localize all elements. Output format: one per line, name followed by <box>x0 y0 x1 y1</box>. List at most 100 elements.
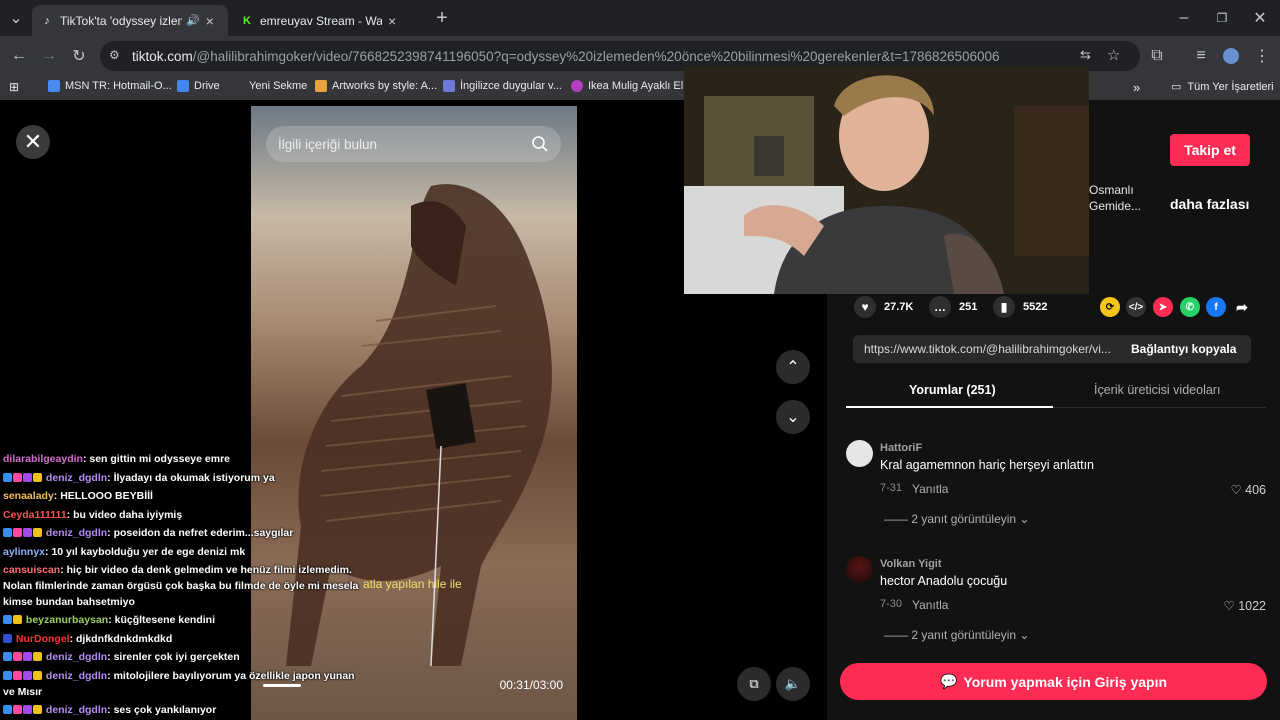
new-tab-button[interactable]: + <box>430 6 454 30</box>
tab-search-icon[interactable]: ⌄ <box>4 6 28 30</box>
chat-text: : djkdnfkdnkdmkdkd <box>69 632 173 645</box>
facebook-icon[interactable]: f <box>1206 297 1226 317</box>
view-replies-button[interactable]: —— 2 yanıt görüntüleyin ⌄ <box>884 628 1029 642</box>
chat-username[interactable]: cansuiscan <box>3 564 60 576</box>
comment-user[interactable]: HattoriF <box>880 442 922 454</box>
bookmark-label: İngilizce duygular v... <box>460 80 562 92</box>
volume-button[interactable]: 🔈 <box>776 667 810 701</box>
avatar[interactable] <box>846 556 873 583</box>
translate-icon[interactable]: ⇆ <box>1080 47 1091 63</box>
desc-line: Gemide... <box>1089 199 1142 213</box>
reply-button[interactable]: Yanıtla <box>912 598 948 612</box>
close-window-icon[interactable]: ✕ <box>1248 6 1272 30</box>
login-to-comment-button[interactable]: 💬 Yorum yapmak için Giriş yapın <box>840 663 1267 700</box>
chat-username[interactable]: dilarabilgeaydin <box>3 453 83 465</box>
comment-date: 7-30 <box>880 598 903 610</box>
all-bookmarks[interactable]: ▭ Tüm Yer İşaretleri <box>1171 80 1274 94</box>
bookmark-new-tab[interactable]: Yeni Sekme <box>232 80 307 92</box>
menu-icon[interactable]: ⋮ <box>1250 44 1274 68</box>
tab-tiktok[interactable]: ♪ TikTok'ta 'odyssey izlemeden 🔊 × <box>32 5 228 36</box>
like-stat[interactable]: ♥ 27.7K <box>854 296 913 318</box>
save-stat[interactable]: ▮ 5522 <box>993 296 1047 318</box>
avatar[interactable] <box>846 440 873 467</box>
comment-user[interactable]: Volkan Yigit <box>880 558 942 570</box>
chat-text: : sen gittin mi odysseye emre <box>82 453 231 465</box>
close-tab-icon[interactable]: × <box>206 13 214 29</box>
tab-creator-videos[interactable]: İçerik üreticisi videoları <box>1094 383 1220 397</box>
speaker-icon: 🔊 <box>186 15 200 27</box>
webcam-image <box>684 66 1089 294</box>
follow-button[interactable]: Takip et <box>1170 134 1250 166</box>
chat-badge-icon <box>23 670 32 680</box>
chat-badge-icon <box>13 528 22 537</box>
chat-badge-icon <box>23 528 32 537</box>
streamer-webcam <box>684 66 1089 294</box>
chat-username[interactable]: Ceyda111111 <box>3 509 67 521</box>
extensions-icon[interactable]: ⧉ <box>1145 44 1169 68</box>
chat-username[interactable]: deniz_dgdln <box>46 670 107 682</box>
chat-badge-icon <box>13 652 22 661</box>
chat-badge-icon <box>23 652 32 661</box>
pip-button[interactable]: ⧉ <box>737 667 771 701</box>
next-video-button[interactable]: ⌄ <box>776 400 810 434</box>
comment-date: 7-31 <box>880 482 903 494</box>
comment-like[interactable]: ♡ 1022 <box>1224 598 1267 613</box>
view-replies-button[interactable]: —— 2 yanıt görüntüleyin ⌄ <box>884 512 1029 526</box>
embed-icon[interactable]: </> <box>1126 297 1146 317</box>
comment-item: Volkan Yigit hector Anadolu çocuğu 7-30 … <box>846 556 1266 646</box>
related-search-input[interactable]: İlgili içeriği bulun <box>266 126 561 162</box>
comment-like[interactable]: ♡ 406 <box>1230 482 1266 497</box>
chevron-up-icon: ⌃ <box>786 359 800 376</box>
chat-username[interactable]: deniz_dgdln <box>46 472 107 484</box>
chat-username[interactable]: deniz_dgdln <box>46 704 107 716</box>
chat-username[interactable]: aylinnyx <box>3 546 45 558</box>
comment-stat[interactable]: … 251 <box>929 296 977 318</box>
copy-link-button[interactable]: Bağlantıyı kopyala <box>1121 342 1236 356</box>
bookmark-star-icon[interactable]: ☆ <box>1107 46 1120 64</box>
share-icon[interactable]: ➦ <box>1232 297 1252 317</box>
chat-badge-icon <box>13 472 22 482</box>
chat-message: NurDongel: djkdnfkdnkdmkdkd <box>3 630 363 649</box>
profile-avatar[interactable] <box>1219 44 1243 68</box>
bookmark-ingilizce[interactable]: İngilizce duygular v... <box>443 80 562 92</box>
chat-text: : İlyadayı da okumak istiyorum ya <box>107 471 275 484</box>
search-icon[interactable] <box>531 135 549 153</box>
bookmark-msn[interactable]: MSN TR: Hotmail-O... <box>48 80 172 92</box>
bookmark-artworks[interactable]: Artworks by style: A... <box>315 80 437 92</box>
tab-kick[interactable]: K emreuyav Stream - Watch Live × <box>232 5 428 36</box>
share-link-url[interactable]: https://www.tiktok.com/@halilibrahimgoke… <box>853 342 1121 356</box>
chat-username[interactable]: deniz_dgdln <box>46 651 107 663</box>
chat-badge-icon <box>3 528 12 537</box>
back-icon[interactable]: ← <box>7 44 31 68</box>
chat-username[interactable]: NurDongel <box>16 633 70 645</box>
chevron-down-icon: ⌄ <box>1016 628 1030 642</box>
close-video-button[interactable]: ✕ <box>16 125 50 159</box>
repost-icon[interactable]: ⟳ <box>1100 297 1120 317</box>
media-icon[interactable]: ≡ <box>1189 44 1213 68</box>
bookmark-ikea[interactable]: Ikea Mulig Ayaklı El... <box>571 80 692 92</box>
send-icon[interactable]: ➤ <box>1153 297 1173 317</box>
bookmark-label: Drive <box>194 80 220 92</box>
reload-icon[interactable]: ↻ <box>67 44 91 68</box>
chat-message: deniz_dgdln: mitolojilere bayılıyorum ya… <box>3 667 363 701</box>
comment-count: 251 <box>959 301 978 313</box>
more-bookmarks-button[interactable]: » <box>1133 80 1140 95</box>
msn-icon <box>48 80 60 92</box>
forward-icon[interactable]: → <box>37 44 61 68</box>
whatsapp-icon[interactable]: ✆ <box>1180 297 1200 317</box>
reply-button[interactable]: Yanıtla <box>912 482 948 496</box>
tab-comments[interactable]: Yorumlar (251) <box>909 383 996 397</box>
previous-video-button[interactable]: ⌃ <box>776 350 810 384</box>
apps-icon[interactable]: ⊞ <box>9 80 19 94</box>
bookmark-drive[interactable]: Drive <box>177 80 220 92</box>
minimize-icon[interactable]: – <box>1172 6 1196 30</box>
more-link[interactable]: daha fazlası <box>1170 196 1249 212</box>
chat-username[interactable]: beyzanurbaysan <box>26 614 108 626</box>
close-tab-icon[interactable]: × <box>388 13 396 29</box>
chat-username[interactable]: senaalady <box>3 490 54 502</box>
site-info-icon[interactable]: ⚙ <box>109 48 120 62</box>
chat-username[interactable]: deniz_dgdln <box>46 527 107 539</box>
restore-icon[interactable]: ❐ <box>1210 6 1234 30</box>
comment-like-count: 406 <box>1245 483 1266 497</box>
url-path: /@halilibrahimgoker/video/76682523987411… <box>192 48 1000 64</box>
